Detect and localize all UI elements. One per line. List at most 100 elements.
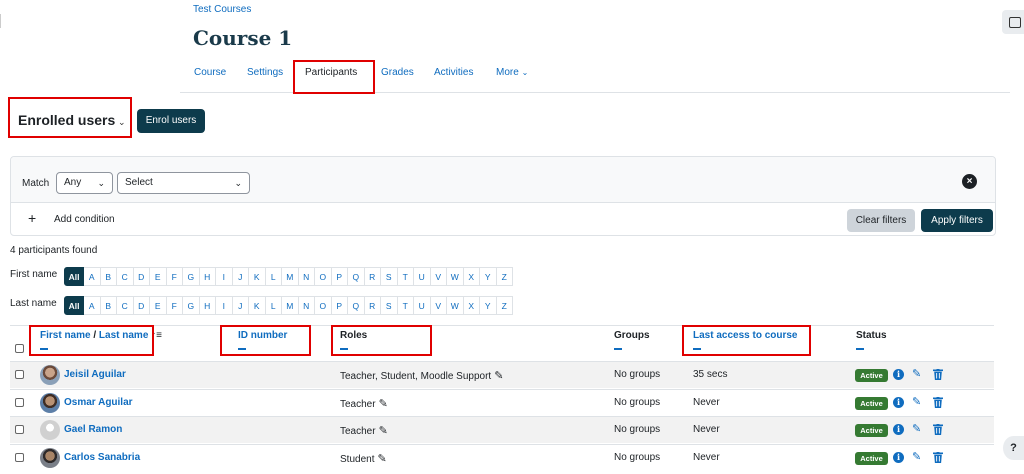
- first-name-initial-c[interactable]: C: [117, 267, 134, 286]
- match-select[interactable]: Any ⌄: [56, 172, 113, 194]
- last-name-initial-p[interactable]: P: [331, 296, 348, 315]
- first-name-initial-o[interactable]: O: [315, 267, 332, 286]
- pencil-icon[interactable]: ✎: [494, 369, 503, 382]
- trash-icon[interactable]: [933, 369, 943, 380]
- last-name-initial-l[interactable]: L: [265, 296, 282, 315]
- first-name-initial-z[interactable]: Z: [496, 267, 513, 286]
- first-name-initial-k[interactable]: K: [249, 267, 266, 286]
- first-name-initial-w[interactable]: W: [447, 267, 464, 286]
- last-name-initial-all[interactable]: All: [64, 296, 84, 315]
- first-name-initial-f[interactable]: F: [166, 267, 183, 286]
- pencil-icon[interactable]: ✎: [379, 424, 388, 437]
- edit-enrolment-icon[interactable]: ✎: [912, 422, 921, 435]
- info-icon[interactable]: i: [893, 369, 904, 380]
- first-name-initial-g[interactable]: G: [183, 267, 200, 286]
- tab-settings[interactable]: Settings: [247, 67, 283, 78]
- row-checkbox[interactable]: [15, 397, 24, 407]
- tab-more[interactable]: More ⌄: [496, 67, 528, 78]
- last-name-initial-g[interactable]: G: [183, 296, 200, 315]
- row-checkbox[interactable]: [15, 370, 24, 379]
- last-name-initial-j[interactable]: J: [232, 296, 249, 315]
- first-name-initial-q[interactable]: Q: [348, 267, 365, 286]
- remove-filter-icon[interactable]: ×: [962, 174, 977, 189]
- first-name-initial-all[interactable]: All: [64, 267, 84, 286]
- column-collapse-icon[interactable]: [856, 348, 864, 350]
- column-collapse-icon[interactable]: [238, 348, 246, 350]
- first-name-initial-v[interactable]: V: [430, 267, 447, 286]
- last-name-initial-z[interactable]: Z: [496, 296, 513, 315]
- participant-name-link[interactable]: Osmar Aguilar: [64, 397, 133, 408]
- last-name-initial-x[interactable]: X: [463, 296, 480, 315]
- first-name-initial-j[interactable]: J: [232, 267, 249, 286]
- trash-icon[interactable]: [933, 424, 943, 435]
- tab-activities[interactable]: Activities: [434, 67, 473, 78]
- chevron-down-icon[interactable]: ⌄: [118, 117, 126, 128]
- info-icon[interactable]: i: [893, 451, 904, 463]
- last-name-initial-n[interactable]: N: [298, 296, 315, 315]
- first-name-initial-e[interactable]: E: [150, 267, 167, 286]
- edit-enrolment-icon[interactable]: ✎: [912, 450, 921, 463]
- first-name-initial-p[interactable]: P: [331, 267, 348, 286]
- edit-enrolment-icon[interactable]: ✎: [912, 367, 921, 380]
- first-name-initial-y[interactable]: Y: [480, 267, 497, 286]
- first-name-initial-d[interactable]: D: [133, 267, 150, 286]
- first-name-initial-m[interactable]: M: [282, 267, 299, 286]
- first-name-initial-r[interactable]: R: [364, 267, 381, 286]
- first-name-initial-b[interactable]: B: [100, 267, 117, 286]
- sort-first-name[interactable]: First name: [40, 330, 91, 341]
- first-name-initial-x[interactable]: X: [463, 267, 480, 286]
- info-icon[interactable]: i: [893, 396, 904, 408]
- first-name-initial-u[interactable]: U: [414, 267, 431, 286]
- pencil-icon[interactable]: ✎: [379, 397, 388, 410]
- column-collapse-icon[interactable]: [614, 348, 622, 350]
- first-name-initial-s[interactable]: S: [381, 267, 398, 286]
- last-name-initial-b[interactable]: B: [100, 296, 117, 315]
- tab-course[interactable]: Course: [194, 67, 226, 78]
- select-all-checkbox[interactable]: [15, 344, 24, 353]
- plus-icon[interactable]: +: [28, 210, 36, 226]
- first-name-initial-a[interactable]: A: [84, 267, 101, 286]
- trash-icon[interactable]: [933, 396, 943, 408]
- sort-last-name[interactable]: Last name: [99, 330, 148, 341]
- participant-name-link[interactable]: Carlos Sanabria: [64, 452, 140, 463]
- last-name-initial-q[interactable]: Q: [348, 296, 365, 315]
- info-icon[interactable]: i: [893, 424, 904, 435]
- first-name-initial-n[interactable]: N: [298, 267, 315, 286]
- row-checkbox[interactable]: [15, 425, 24, 434]
- last-name-initial-t[interactable]: T: [397, 296, 414, 315]
- drawer-toggle-icon[interactable]: [1002, 10, 1024, 34]
- breadcrumb[interactable]: Test Courses: [193, 4, 251, 15]
- first-name-initial-t[interactable]: T: [397, 267, 414, 286]
- last-name-initial-o[interactable]: O: [315, 296, 332, 315]
- last-name-initial-m[interactable]: M: [282, 296, 299, 315]
- enrol-users-button[interactable]: Enrol users: [137, 109, 205, 133]
- last-name-initial-c[interactable]: C: [117, 296, 134, 315]
- column-collapse-icon[interactable]: [693, 348, 701, 350]
- row-checkbox[interactable]: [15, 452, 24, 462]
- trash-icon[interactable]: [933, 451, 943, 463]
- tab-grades[interactable]: Grades: [381, 67, 414, 78]
- help-button[interactable]: ?: [1003, 436, 1024, 460]
- last-name-initial-v[interactable]: V: [430, 296, 447, 315]
- add-condition-link[interactable]: Add condition: [54, 214, 115, 225]
- filter-type-select[interactable]: Select ⌄: [117, 172, 250, 194]
- participant-name-link[interactable]: Jeisil Aguilar: [64, 369, 126, 380]
- participant-name-link[interactable]: Gael Ramon: [64, 424, 122, 435]
- column-collapse-icon[interactable]: [40, 348, 48, 350]
- last-name-initial-i[interactable]: I: [216, 296, 233, 315]
- tab-participants[interactable]: Participants: [305, 67, 357, 78]
- last-name-initial-e[interactable]: E: [150, 296, 167, 315]
- first-name-initial-l[interactable]: L: [265, 267, 282, 286]
- sort-last-access[interactable]: Last access to course: [693, 330, 798, 341]
- first-name-initial-h[interactable]: H: [199, 267, 216, 286]
- first-name-initial-i[interactable]: I: [216, 267, 233, 286]
- last-name-initial-u[interactable]: U: [414, 296, 431, 315]
- column-collapse-icon[interactable]: [340, 348, 348, 350]
- last-name-initial-d[interactable]: D: [133, 296, 150, 315]
- last-name-initial-a[interactable]: A: [84, 296, 101, 315]
- last-name-initial-h[interactable]: H: [199, 296, 216, 315]
- last-name-initial-w[interactable]: W: [447, 296, 464, 315]
- pencil-icon[interactable]: ✎: [377, 452, 386, 465]
- last-name-initial-k[interactable]: K: [249, 296, 266, 315]
- apply-filters-button[interactable]: Apply filters: [921, 209, 993, 232]
